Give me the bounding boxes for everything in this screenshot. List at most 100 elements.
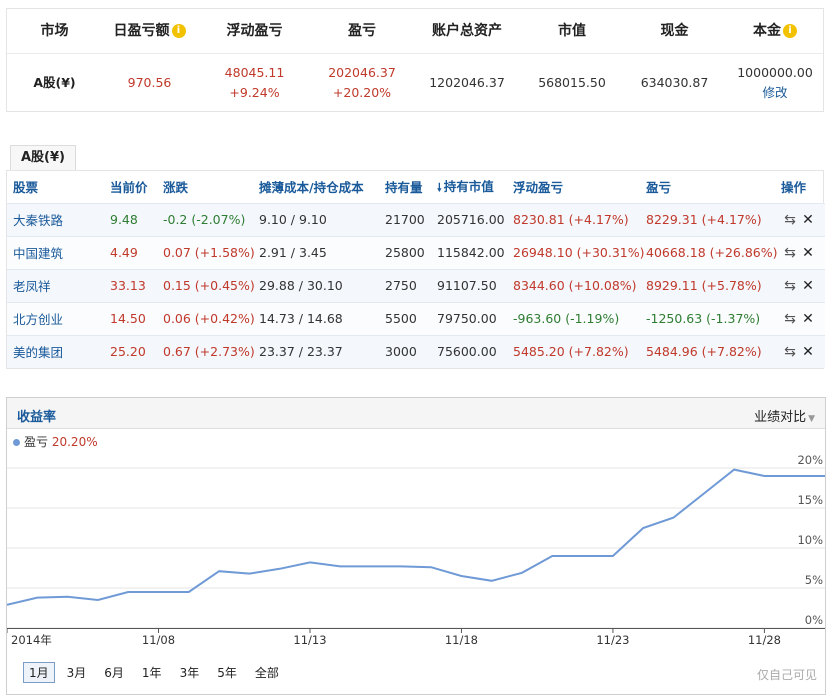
data-point[interactable]: [34, 595, 40, 601]
float-pl-amount: 48045.11: [224, 65, 285, 80]
data-point[interactable]: [519, 570, 525, 576]
transfer-icon[interactable]: ⇆: [781, 245, 799, 261]
close-icon[interactable]: ✕: [799, 344, 817, 360]
close-icon[interactable]: ✕: [799, 212, 817, 228]
col-price[interactable]: 当前价: [104, 171, 157, 203]
data-point[interactable]: [186, 589, 192, 595]
data-point[interactable]: [761, 473, 767, 479]
float-pl: -963.60 (-1.19%): [507, 301, 640, 335]
col-stock[interactable]: 股票: [7, 171, 104, 203]
range-button[interactable]: 全部: [249, 662, 285, 683]
return-line-chart: 0% 5% 10% 15% 20% 2014年 11/08 11/13 11/18 11/23 11…: [7, 453, 825, 647]
col-qty[interactable]: 持有量: [379, 171, 431, 203]
float-pl-percent: +9.24%: [229, 85, 280, 100]
data-point[interactable]: [458, 573, 464, 579]
transfer-icon[interactable]: ⇆: [781, 311, 799, 327]
data-point[interactable]: [610, 553, 616, 559]
holding-qty: 21700: [379, 202, 431, 236]
total-pl: -1250.63 (-1.37%): [640, 301, 775, 335]
row-actions: ⇆ ✕: [775, 202, 825, 236]
principal-value: 1000000.00 修改: [727, 55, 823, 111]
close-icon[interactable]: ✕: [799, 278, 817, 294]
data-point[interactable]: [701, 491, 707, 497]
transfer-icon[interactable]: ⇆: [781, 212, 799, 228]
price-change: 0.06 (+0.42%): [157, 301, 255, 335]
data-point[interactable]: [640, 525, 646, 531]
transfer-icon[interactable]: ⇆: [781, 344, 799, 360]
col-pl[interactable]: 盈亏: [640, 171, 775, 203]
compare-dropdown[interactable]: 业绩对比 ▼: [754, 406, 815, 425]
price-change: 0.07 (+1.58%): [157, 235, 255, 269]
col-value-label: 持有市值: [443, 178, 494, 194]
data-point[interactable]: [792, 473, 798, 479]
col-cost[interactable]: 摊薄成本/持仓成本: [253, 171, 379, 203]
chart-title: 收益率: [17, 410, 57, 425]
row-actions: ⇆ ✕: [775, 301, 825, 335]
row-actions: ⇆ ✕: [775, 268, 825, 302]
data-point[interactable]: [580, 553, 586, 559]
close-icon[interactable]: ✕: [799, 245, 817, 261]
col-float-pl[interactable]: 浮动盈亏: [507, 171, 640, 203]
range-button[interactable]: 1年: [136, 662, 168, 683]
cost-basis: 29.88 / 30.10: [253, 268, 379, 302]
current-price: 4.49: [104, 235, 157, 269]
stock-name[interactable]: 老凤祥: [7, 268, 104, 302]
price-change: 0.15 (+0.45%): [157, 268, 255, 302]
float-pl: 8344.60 (+10.08%): [507, 268, 640, 302]
data-point[interactable]: [337, 563, 343, 569]
x-tick-label: 2014年: [11, 633, 52, 647]
data-point[interactable]: [95, 597, 101, 603]
stock-name[interactable]: 美的集团: [7, 334, 104, 368]
edit-principal-link[interactable]: 修改: [762, 83, 787, 103]
data-point[interactable]: [307, 559, 313, 565]
stock-name[interactable]: 中国建筑: [7, 235, 104, 269]
range-button[interactable]: 6月: [98, 662, 130, 683]
cost-basis: 23.37 / 23.37: [253, 334, 379, 368]
stock-name[interactable]: 大秦铁路: [7, 202, 104, 236]
col-value[interactable]: 🠗 持有市值: [431, 171, 507, 203]
stock-name[interactable]: 北方创业: [7, 301, 104, 335]
range-button[interactable]: 1月: [23, 662, 55, 683]
holding-qty: 5500: [379, 301, 431, 335]
float-pl: 26948.10 (+30.31%): [507, 235, 645, 269]
data-point[interactable]: [125, 589, 131, 595]
data-point[interactable]: [428, 564, 434, 570]
data-point[interactable]: [246, 571, 252, 577]
table-row: 中国建筑 4.49 0.07 (+1.58%) 2.91 / 3.45 25800 115…: [7, 235, 825, 269]
data-point[interactable]: [671, 515, 677, 521]
table-row: 大秦铁路 9.48 -0.2 (-2.07%) 9.10 / 9.10 21700 205…: [7, 202, 825, 236]
y-tick-label: 10%: [797, 533, 823, 547]
data-point[interactable]: [731, 467, 737, 473]
cost-basis: 9.10 / 9.10: [253, 202, 379, 236]
range-button[interactable]: 3年: [174, 662, 206, 683]
header-principal: 本金 i: [727, 9, 823, 53]
principal-amount: 1000000.00: [737, 65, 813, 80]
data-point[interactable]: [7, 602, 10, 608]
summary-values: A股(¥) 970.56 48045.11 +9.24% 202046.37 +…: [7, 55, 823, 111]
data-point[interactable]: [368, 563, 374, 569]
visibility-note: 仅自己可见: [756, 668, 817, 682]
col-change[interactable]: 涨跌: [157, 171, 253, 203]
cost-basis: 14.73 / 14.68: [253, 301, 379, 335]
close-icon[interactable]: ✕: [799, 311, 817, 327]
header-market-value: 市值: [558, 23, 586, 39]
data-point[interactable]: [216, 568, 222, 574]
info-icon[interactable]: i: [171, 24, 186, 38]
range-button[interactable]: 5年: [211, 662, 243, 683]
total-pl: 8929.11 (+5.78%): [640, 268, 775, 302]
data-point[interactable]: [398, 563, 404, 569]
data-point[interactable]: [822, 473, 825, 479]
data-point[interactable]: [155, 589, 161, 595]
x-tick-label: 11/08: [142, 633, 175, 647]
range-selector: 1月 3月 6月 1年 3年 5年 全部: [23, 662, 285, 683]
transfer-icon[interactable]: ⇆: [781, 278, 799, 294]
data-point[interactable]: [549, 553, 555, 559]
tab-a-shares[interactable]: A股(¥): [10, 145, 76, 170]
x-tick-label: 11/18: [445, 633, 478, 647]
info-icon[interactable]: i: [783, 24, 797, 38]
data-point[interactable]: [489, 578, 495, 584]
range-button[interactable]: 3月: [61, 662, 93, 683]
row-actions: ⇆ ✕: [775, 235, 825, 269]
data-point[interactable]: [65, 594, 71, 600]
data-point[interactable]: [277, 566, 283, 572]
